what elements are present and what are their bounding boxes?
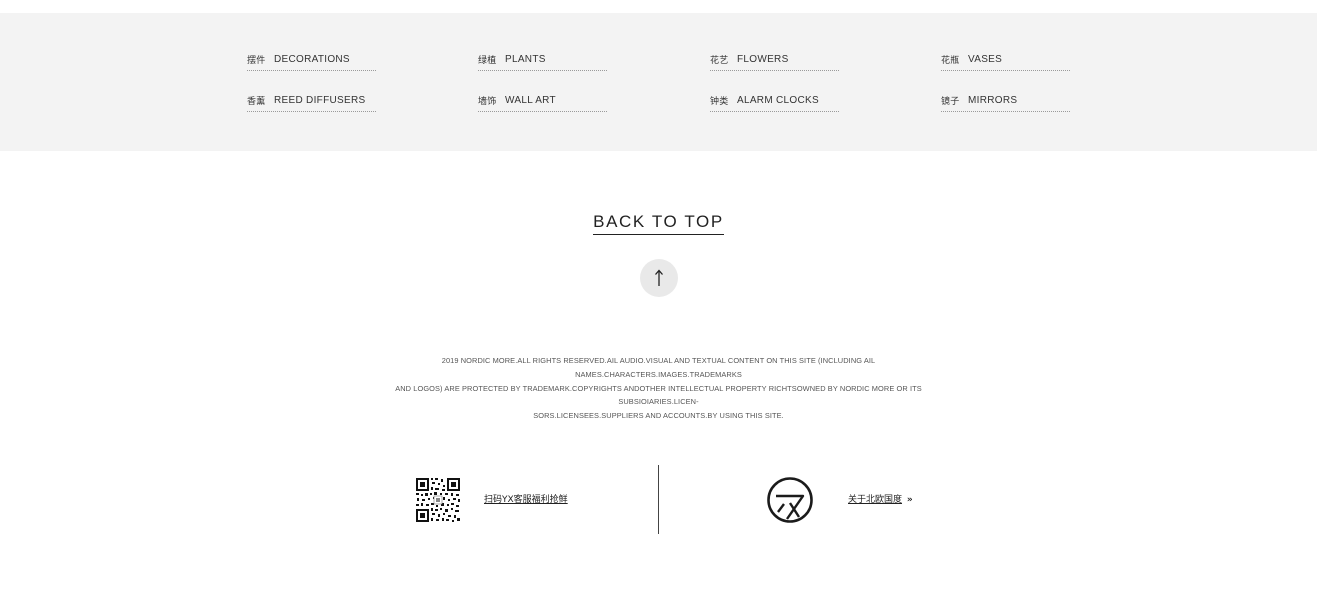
double-chevron-right-icon: » [906, 495, 913, 505]
about-link[interactable]: 关于北欧国度 » [848, 492, 913, 505]
category-zh-label: 香薰 [247, 97, 266, 107]
back-to-top-button[interactable] [640, 259, 678, 297]
footer-divider [658, 465, 659, 534]
category-link-reed-diffusers[interactable]: 香薰 REED DIFFUSERS [247, 90, 376, 112]
category-en-label: FLOWERS [737, 54, 789, 65]
back-to-top-section: BACK TO TOP [0, 212, 1317, 235]
category-zh-label: 花瓶 [941, 56, 960, 66]
category-zh-label: 墙饰 [478, 97, 497, 107]
category-link-vases[interactable]: 花瓶 VASES [941, 49, 1070, 71]
brand-logo-icon [767, 477, 813, 523]
category-zh-label: 镜子 [941, 97, 960, 107]
category-band [0, 13, 1317, 151]
qr-code-icon [415, 477, 461, 523]
category-en-label: DECORATIONS [274, 54, 350, 65]
arrow-up-icon [655, 269, 663, 286]
copyright-line: AND LOGOS) ARE PROTECTED BY TRADEMARK.CO… [395, 383, 922, 407]
category-link-mirrors[interactable]: 镜子 MIRRORS [941, 90, 1070, 112]
copyright-notice: 2019 NORDIC MORE.ALL RIGHTS RESERVED.AIL… [358, 354, 959, 423]
category-link-wall-art[interactable]: 墙饰 WALL ART [478, 90, 607, 112]
category-zh-label: 钟类 [710, 97, 729, 107]
category-en-label: VASES [968, 54, 1003, 65]
category-en-label: PLANTS [505, 54, 546, 65]
category-link-flowers[interactable]: 花艺 FLOWERS [710, 49, 839, 71]
category-zh-label: 花艺 [710, 56, 729, 66]
copyright-line: 2019 NORDIC MORE.ALL RIGHTS RESERVED.AIL… [441, 356, 876, 379]
category-en-label: ALARM CLOCKS [737, 95, 819, 106]
category-en-label: REED DIFFUSERS [274, 95, 366, 106]
top-strip [0, 0, 1317, 13]
category-link-decorations[interactable]: 摆件 DECORATIONS [247, 49, 376, 71]
back-to-top-link[interactable]: BACK TO TOP [593, 212, 724, 235]
category-zh-label: 摆件 [247, 56, 266, 66]
category-en-label: WALL ART [505, 95, 556, 106]
category-zh-label: 绿植 [478, 56, 497, 66]
category-en-label: MIRRORS [968, 95, 1018, 106]
category-link-plants[interactable]: 绿植 PLANTS [478, 49, 607, 71]
category-link-alarm-clocks[interactable]: 钟类 ALARM CLOCKS [710, 90, 839, 112]
about-label: 关于北欧国度 [848, 495, 903, 505]
qr-customer-service-link[interactable]: 扫码YX客服福利抢鲜 [484, 492, 568, 505]
copyright-line: SORS.LICENSEES.SUPPLIERS AND ACCOUNTS.BY… [533, 411, 784, 421]
